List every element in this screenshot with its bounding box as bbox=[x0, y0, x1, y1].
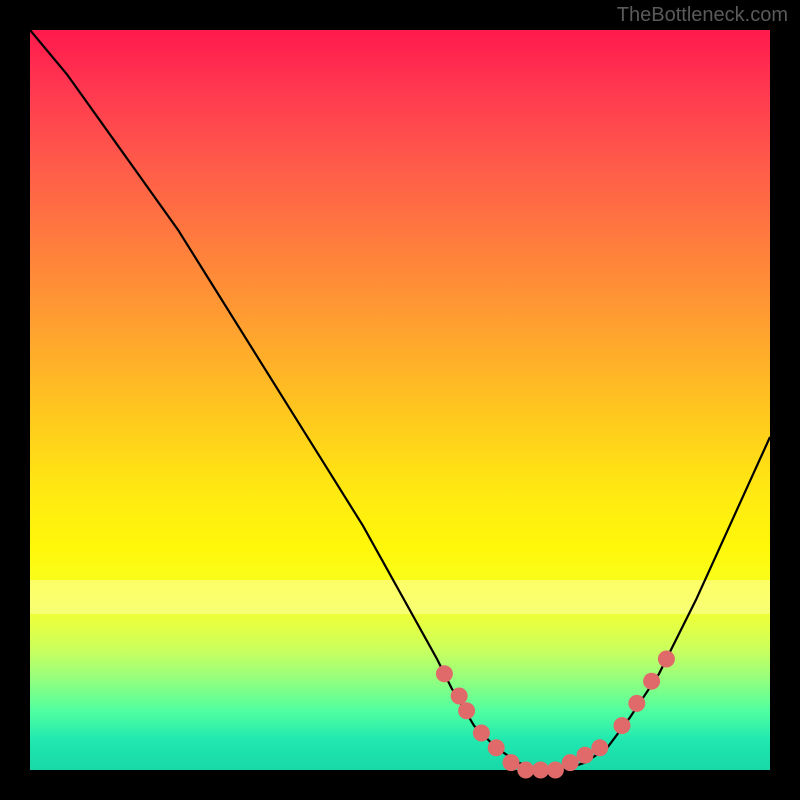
marker-dot bbox=[643, 673, 660, 690]
marker-dot bbox=[458, 702, 475, 719]
marker-dot bbox=[436, 665, 453, 682]
marker-dots bbox=[436, 651, 675, 779]
marker-dot bbox=[591, 739, 608, 756]
marker-dot bbox=[503, 754, 520, 771]
marker-dot bbox=[532, 762, 549, 779]
bottleneck-chart bbox=[30, 30, 770, 770]
attribution-text: TheBottleneck.com bbox=[617, 4, 788, 27]
marker-dot bbox=[562, 754, 579, 771]
marker-dot bbox=[547, 762, 564, 779]
marker-dot bbox=[451, 688, 468, 705]
marker-dot bbox=[473, 725, 490, 742]
marker-dot bbox=[517, 762, 534, 779]
marker-dot bbox=[488, 739, 505, 756]
marker-dot bbox=[658, 651, 675, 668]
marker-dot bbox=[577, 747, 594, 764]
marker-dot bbox=[614, 717, 631, 734]
marker-dot bbox=[628, 695, 645, 712]
